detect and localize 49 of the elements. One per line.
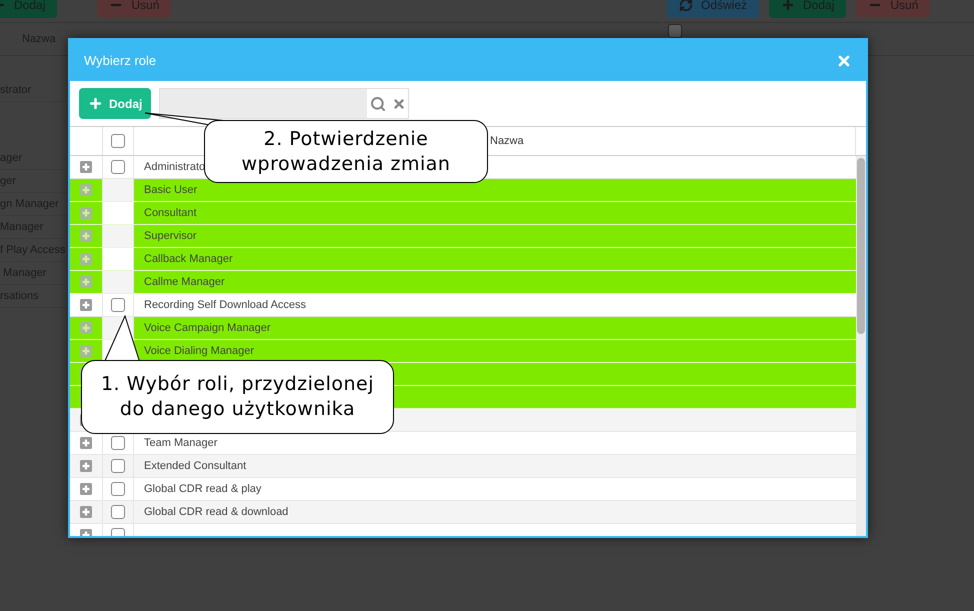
table-row[interactable]: Supervisor [70,225,856,248]
table-row[interactable]: Basic User [70,179,856,202]
table-row[interactable]: Callme Manager [70,271,856,294]
close-icon[interactable] [836,52,852,68]
expand-icon[interactable] [80,276,92,288]
table-row[interactable]: Global CDR read & play [70,478,856,501]
role-name: Administrato [144,160,206,175]
plus-icon [88,96,103,111]
role-name: Supervisor [144,228,197,244]
role-name: Voice Campaign Manager [144,320,271,336]
role-name: Global CDR read & download [144,504,288,520]
role-name: Global CDR read & play [144,482,262,497]
expand-icon[interactable] [80,345,92,357]
role-name: Extended Consultant [144,458,246,474]
checkbox[interactable] [111,436,125,450]
checkbox[interactable] [111,134,125,148]
expand-icon[interactable] [80,230,92,242]
search-field[interactable] [159,88,410,119]
checkbox[interactable] [111,160,125,174]
table-row[interactable]: Voice Campaign Manager [70,317,856,340]
search-icon[interactable] [370,96,386,112]
table-row[interactable]: Voice Dialing Manager [70,340,856,363]
table-row[interactable]: Global CDR read & download [70,501,856,524]
checkbox[interactable] [111,298,125,312]
role-name: Team Manager [144,436,218,451]
table-row[interactable]: Callback Manager [70,248,856,271]
table-row[interactable]: Extended Consultant [70,455,856,478]
column-header[interactable]: Nazwa [490,132,524,150]
table-row[interactable]: Team Manager [70,432,856,455]
expand-icon[interactable] [80,207,92,219]
expand-icon[interactable] [80,322,92,334]
role-name: Basic User [144,182,198,198]
scrollbar[interactable] [856,156,866,536]
checkbox[interactable] [668,24,682,38]
checkbox[interactable] [111,459,125,473]
role-name: Callback Manager [144,252,233,267]
checkbox[interactable] [111,505,125,519]
clear-icon[interactable] [392,96,406,110]
dialog-title: Wybierz role [84,52,156,70]
plus-icon [781,0,796,12]
table-row[interactable]: Consultant [70,202,856,225]
expand-icon[interactable] [80,253,92,265]
role-name: Voice Dialing Manager [144,344,254,359]
role-name: Callme Manager [144,274,225,290]
refresh-icon [679,0,693,12]
role-name: Consultant [144,206,197,221]
role-name: Recording Self Download Access [144,298,306,313]
expand-icon[interactable] [80,184,92,196]
checkbox[interactable] [111,482,125,496]
